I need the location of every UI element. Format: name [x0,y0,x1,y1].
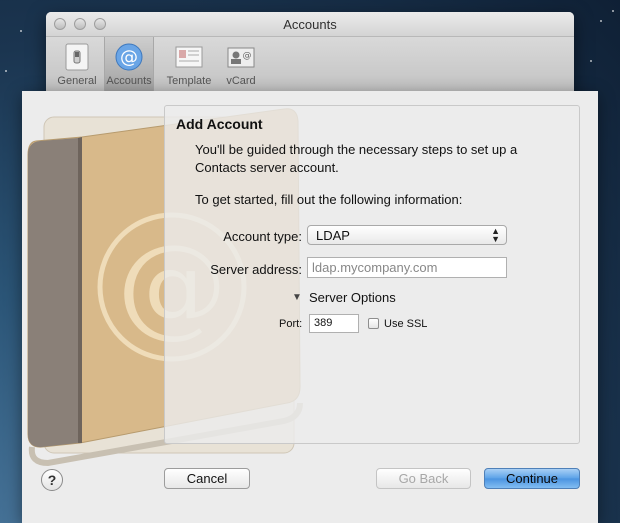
up-down-arrows-icon: ▲ ▼ [491,226,500,244]
vcard-icon: @ [227,47,255,68]
tab-template[interactable]: Template [164,42,214,87]
tab-general[interactable]: General [52,42,102,87]
sheet-heading: Add Account [176,116,263,132]
go-back-button[interactable]: Go Back [376,468,471,489]
tab-accounts-label: Accounts [106,75,152,87]
fill-out-instructions: To get started, fill out the following i… [195,192,463,207]
server-address-placeholder: ldap.mycompany.com [312,260,438,275]
preferences-toolbar: General @ Accounts Template @ vCard [46,37,574,92]
port-input[interactable]: 389 [309,314,359,333]
account-type-value: LDAP [316,228,350,243]
template-card-icon [175,46,203,68]
use-ssl-label: Use SSL [384,318,428,330]
svg-text:@: @ [120,47,138,68]
tab-general-label: General [57,75,97,87]
server-address-input[interactable]: ldap.mycompany.com [307,257,507,278]
at-sign-icon: @ [115,43,143,71]
continue-button[interactable]: Continue [484,468,580,489]
server-options-toggle[interactable]: Server Options [309,290,396,305]
tab-vcard[interactable]: @ vCard [216,42,266,87]
tab-template-label: Template [166,75,212,87]
general-switch-icon [65,43,89,71]
use-ssl-checkbox[interactable] [368,318,379,329]
port-label: Port: [279,318,303,330]
cancel-button[interactable]: Cancel [164,468,250,489]
account-type-label: Account type: [223,229,302,244]
window-titlebar: Accounts [46,12,574,37]
tab-vcard-label: vCard [226,75,256,87]
account-type-select[interactable]: LDAP ▲ ▼ [307,225,507,245]
help-button[interactable]: ? [41,469,63,491]
tab-accounts[interactable]: @ Accounts [104,37,154,91]
svg-text:@: @ [243,51,252,61]
add-account-sheet: @ Add Account You'll be guided through t… [22,91,598,523]
disclosure-triangle-icon[interactable]: ▼ [292,292,302,303]
window-title: Accounts [283,17,337,32]
server-address-label: Server address: [210,262,302,277]
intro-text: You'll be guided through the necessary s… [195,142,518,175]
